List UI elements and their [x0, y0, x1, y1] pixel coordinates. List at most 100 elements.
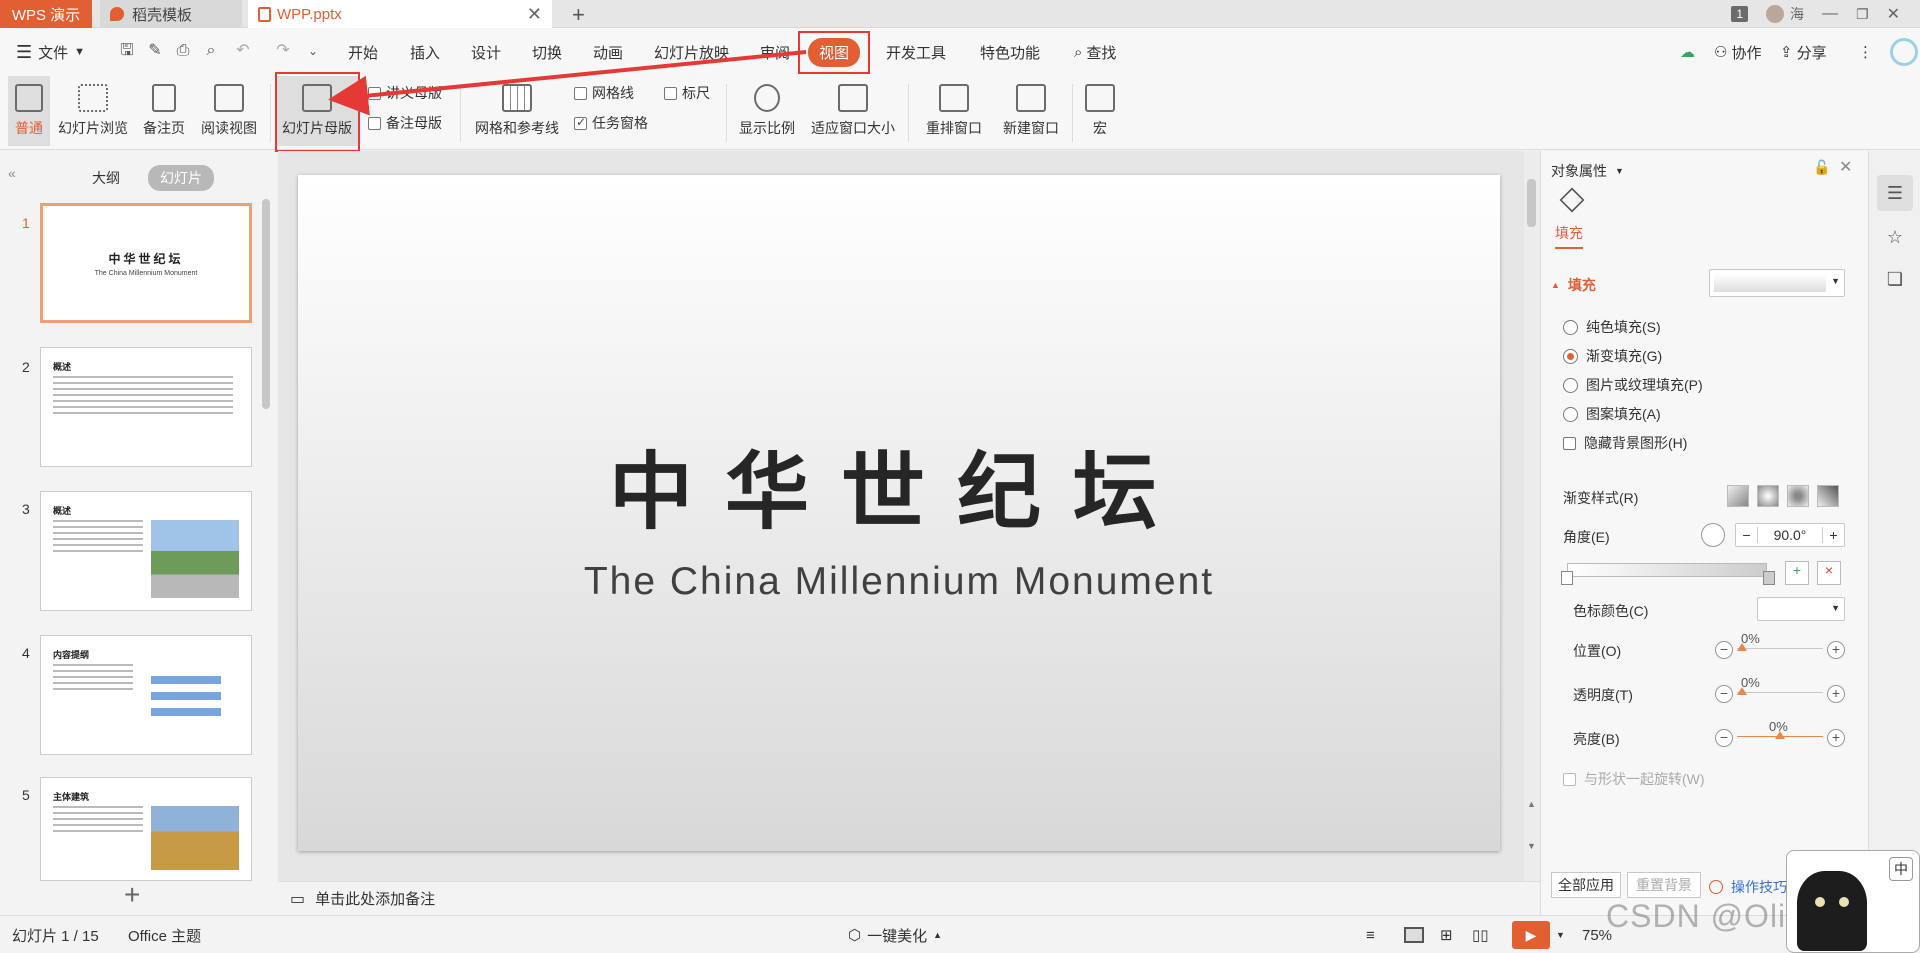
- slide-title[interactable]: 中华世纪坛: [298, 425, 1500, 546]
- brightness-increment-icon[interactable]: +: [1827, 729, 1845, 747]
- gradient-stop-right[interactable]: [1763, 571, 1775, 585]
- current-slide[interactable]: 中华世纪坛 The China Millennium Monument: [298, 175, 1500, 851]
- slide-sorter-icon[interactable]: ⊞: [1440, 916, 1453, 953]
- new-tab-icon[interactable]: +: [572, 2, 585, 28]
- slide-thumbnail-4[interactable]: 内容提纲: [40, 635, 252, 755]
- tab-outline[interactable]: 大纲: [80, 165, 132, 191]
- slide-thumbnail-1[interactable]: 中华世纪坛 The China Millennium Monument: [40, 203, 252, 323]
- position-increment-icon[interactable]: +: [1827, 641, 1845, 659]
- macro-button[interactable]: 宏: [1080, 76, 1120, 146]
- customize-quick-access-icon[interactable]: ⌄: [302, 40, 324, 62]
- slide-sorter-button[interactable]: 幻灯片浏览: [54, 76, 132, 146]
- tab-developer[interactable]: 开发工具: [886, 28, 946, 76]
- magic-star-icon[interactable]: ☆: [1877, 219, 1913, 255]
- tab-special-features[interactable]: 特色功能: [980, 28, 1040, 76]
- gradient-style-radial[interactable]: [1757, 485, 1779, 507]
- grid-guides-button[interactable]: 网格和参考线: [470, 76, 564, 146]
- reading-view-button[interactable]: 阅读视图: [196, 76, 262, 146]
- hide-background-checkbox[interactable]: 隐藏背景图形(H): [1563, 433, 1687, 453]
- slideshow-options-icon[interactable]: ▼: [1556, 916, 1565, 953]
- collapse-panel-icon[interactable]: «: [8, 165, 16, 181]
- theme-name[interactable]: Office 主题: [128, 916, 201, 953]
- add-stop-icon[interactable]: +: [1785, 561, 1809, 585]
- fit-window-button[interactable]: 适应窗口大小: [806, 76, 900, 146]
- transparency-decrement-icon[interactable]: −: [1715, 685, 1733, 703]
- solid-fill-option[interactable]: 纯色填充(S): [1563, 317, 1661, 337]
- gridlines-checkbox[interactable]: 网格线: [574, 82, 634, 104]
- ruler-checkbox[interactable]: 标尺: [664, 82, 710, 104]
- transparency-increment-icon[interactable]: +: [1827, 685, 1845, 703]
- apply-all-button[interactable]: 全部应用: [1551, 872, 1621, 898]
- tab-review[interactable]: 审阅: [760, 28, 790, 76]
- tab-animation[interactable]: 动画: [593, 28, 623, 76]
- tab-document[interactable]: WPP.pptx ✕: [248, 0, 552, 28]
- undo-icon[interactable]: ↶: [232, 40, 254, 62]
- vertical-scrollbar[interactable]: ▲ ▼: [1524, 151, 1540, 881]
- gradient-fill-option[interactable]: 渐变填充(G): [1563, 346, 1662, 366]
- fill-color-dropdown[interactable]: ▼: [1709, 269, 1845, 297]
- notes-bar[interactable]: ▭ 单击此处添加备注: [278, 881, 1540, 915]
- tips-link[interactable]: 操作技巧: [1709, 877, 1787, 897]
- notes-page-button[interactable]: 备注页: [138, 76, 190, 146]
- normal-view-icon[interactable]: [1404, 916, 1424, 953]
- minimize-icon[interactable]: —: [1822, 5, 1838, 23]
- position-slider[interactable]: [1737, 648, 1823, 649]
- arrange-windows-button[interactable]: 重排窗口: [916, 76, 992, 146]
- tab-fill[interactable]: 填充: [1555, 223, 1583, 249]
- next-slide-icon[interactable]: ▼: [1527, 841, 1536, 851]
- normal-view-button[interactable]: 普通: [8, 76, 50, 146]
- remove-stop-icon[interactable]: ×: [1817, 561, 1841, 585]
- close-window-icon[interactable]: ✕: [1887, 4, 1900, 24]
- pattern-fill-option[interactable]: 图案填充(A): [1563, 404, 1661, 424]
- gradient-style-rect[interactable]: [1787, 485, 1809, 507]
- transparency-slider[interactable]: [1737, 692, 1823, 693]
- gradient-style-path[interactable]: [1817, 485, 1839, 507]
- tab-transition[interactable]: 切换: [532, 28, 562, 76]
- window-count-badge[interactable]: 1: [1731, 6, 1749, 22]
- cloud-sync-icon[interactable]: ☁: [1680, 28, 1695, 76]
- slide-thumbnail-2[interactable]: 概述: [40, 347, 252, 467]
- collab-button[interactable]: ⚇ 协作: [1714, 28, 1761, 76]
- tab-wps-presentation[interactable]: WPS 演示: [0, 0, 92, 28]
- lock-icon[interactable]: 🔓: [1813, 159, 1830, 176]
- task-pane-checkbox[interactable]: 任务窗格: [574, 112, 648, 134]
- thumbnail-scrollbar[interactable]: [262, 199, 270, 409]
- more-options-icon[interactable]: ⋮: [1858, 28, 1873, 76]
- print-preview-icon[interactable]: ⌕: [200, 40, 222, 62]
- comments-icon[interactable]: ❏: [1877, 261, 1913, 297]
- fill-bucket-icon[interactable]: [1559, 187, 1585, 213]
- decrement-icon[interactable]: −: [1736, 527, 1758, 543]
- prev-slide-icon[interactable]: ▲: [1527, 799, 1536, 809]
- avatar[interactable]: [1766, 5, 1785, 23]
- play-slideshow-button[interactable]: ▶: [1512, 916, 1550, 953]
- picture-texture-fill-option[interactable]: 图片或纹理填充(P): [1563, 375, 1703, 395]
- tab-slides[interactable]: 幻灯片: [148, 165, 214, 191]
- increment-icon[interactable]: +: [1822, 527, 1844, 543]
- tab-insert[interactable]: 插入: [410, 28, 440, 76]
- share-button[interactable]: ⇪ 分享: [1780, 28, 1827, 76]
- rotate-with-shape-checkbox[interactable]: 与形状一起旋转(W): [1563, 769, 1705, 789]
- stop-color-dropdown[interactable]: ▼: [1757, 597, 1845, 621]
- redo-icon[interactable]: ↷: [272, 40, 294, 62]
- angle-dial[interactable]: [1701, 523, 1725, 547]
- save-icon[interactable]: 🖫: [116, 40, 138, 62]
- close-tab-icon[interactable]: ✕: [527, 4, 542, 25]
- tab-design[interactable]: 设计: [471, 28, 501, 76]
- gradient-bar[interactable]: [1567, 563, 1767, 577]
- new-window-button[interactable]: 新建窗口: [998, 76, 1064, 146]
- fill-section-header[interactable]: ▲ 填充: [1551, 275, 1596, 295]
- properties-sliders-icon[interactable]: ☰: [1877, 175, 1913, 211]
- ime-indicator[interactable]: 中: [1889, 857, 1913, 881]
- brightness-decrement-icon[interactable]: −: [1715, 729, 1733, 747]
- panel-header[interactable]: 对象属性 ▼: [1551, 161, 1624, 181]
- handout-master-button[interactable]: 讲义母版: [368, 82, 442, 104]
- restore-icon[interactable]: ❐: [1856, 6, 1869, 23]
- angle-value[interactable]: 90.0°: [1758, 527, 1822, 543]
- slide-thumbnail-3[interactable]: 概述: [40, 491, 252, 611]
- zoom-button[interactable]: 显示比例: [734, 76, 800, 146]
- angle-stepper[interactable]: − 90.0° +: [1735, 523, 1845, 547]
- slide-thumbnail-5[interactable]: 主体建筑: [40, 777, 252, 881]
- ai-assistant-icon[interactable]: [1890, 28, 1918, 76]
- gradient-style-linear[interactable]: [1727, 485, 1749, 507]
- print-icon[interactable]: ⎙: [172, 40, 194, 62]
